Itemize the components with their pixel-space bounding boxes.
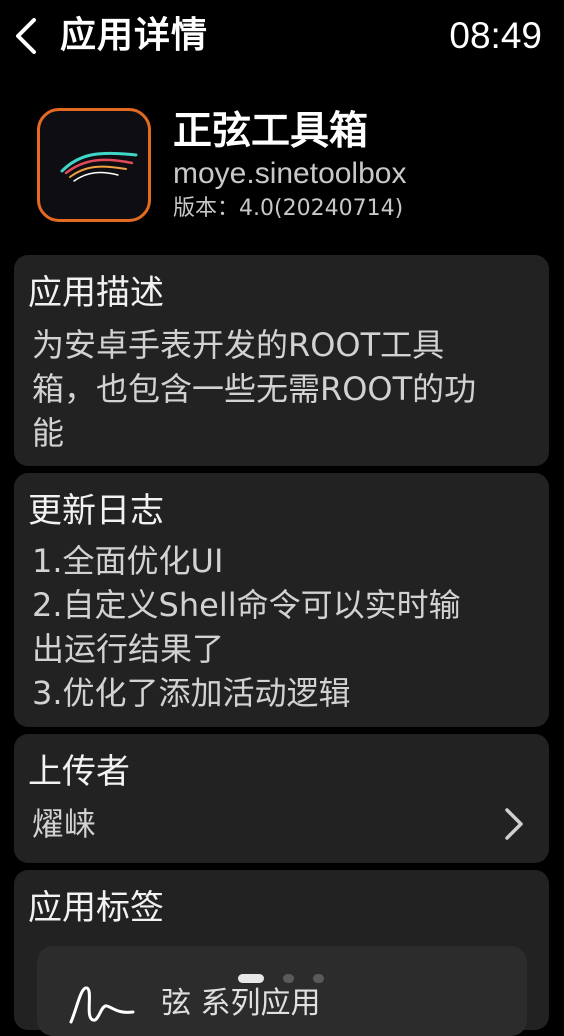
changelog-card: 更新日志 1.全面优化UI 2.自定义Shell命令可以实时输 出运行结果了 3…	[14, 473, 549, 727]
description-title: 应用描述	[28, 273, 164, 313]
app-version: 版本：4.0(20240714)	[173, 194, 403, 224]
page-indicator-dot	[283, 974, 294, 983]
page-indicator	[0, 970, 564, 986]
page-indicator-dot	[238, 974, 264, 983]
chevron-right-icon	[505, 808, 523, 840]
app-header: 正弦工具箱 moye.sinetoolbox 版本：4.0(20240714)	[0, 100, 564, 230]
changelog-line: 1.全面优化UI	[32, 542, 224, 580]
tags-card: 应用标签 弦 系列应用	[14, 870, 549, 1036]
uploader-name: 燿崃	[32, 805, 97, 843]
app-package-name: moye.sinetoolbox	[173, 157, 407, 190]
page-title: 应用详情	[60, 15, 209, 56]
changelog-title: 更新日志	[28, 491, 164, 531]
page-indicator-dot	[313, 974, 324, 983]
app-name: 正弦工具箱	[173, 109, 369, 154]
changelog-line: 2.自定义Shell命令可以实时输	[32, 586, 461, 624]
tag-label: 弦 系列应用	[161, 986, 321, 1021]
description-card: 应用描述 为安卓手表开发的ROOT工具 箱，也包含一些无需ROOT的功 能	[14, 255, 549, 466]
tag-item[interactable]: 弦 系列应用	[37, 946, 527, 1036]
description-text: 为安卓手表开发的ROOT工具 箱，也包含一些无需ROOT的功 能	[32, 323, 537, 455]
version-label: 版本：	[173, 196, 240, 221]
header-bar: 应用详情 08:49	[0, 0, 564, 80]
tags-title: 应用标签	[28, 888, 164, 928]
app-icon	[37, 108, 151, 222]
uploader-card[interactable]: 上传者 燿崃	[14, 734, 549, 863]
sine-wave-logo-icon	[60, 151, 138, 182]
version-value: 4.0(20240714)	[239, 196, 404, 221]
uploader-title: 上传者	[28, 752, 130, 792]
chevron-left-icon	[16, 18, 36, 54]
description-line: 箱，也包含一些无需ROOT的功	[32, 370, 477, 408]
changelog-text: 1.全面优化UI 2.自定义Shell命令可以实时输 出运行结果了 3.优化了添…	[32, 539, 537, 715]
back-button[interactable]	[6, 14, 46, 58]
changelog-line: 出运行结果了	[32, 630, 225, 668]
changelog-line: 3.优化了添加活动逻辑	[32, 674, 351, 712]
description-line: 能	[32, 414, 65, 452]
clock: 08:49	[449, 15, 542, 56]
description-line: 为安卓手表开发的ROOT工具	[32, 326, 445, 364]
